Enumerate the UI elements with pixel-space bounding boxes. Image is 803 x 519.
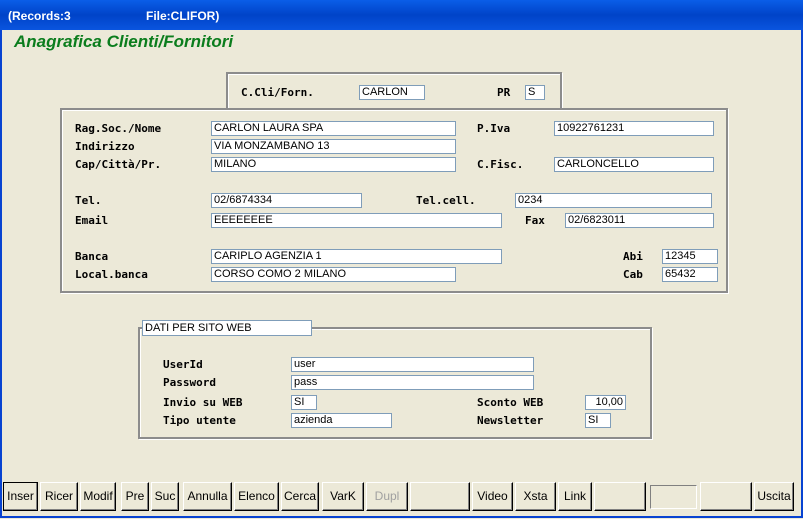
email-label: Email	[75, 214, 109, 227]
vark-button[interactable]: VarK	[322, 482, 364, 511]
telcell-label: Tel.cell.	[416, 194, 476, 207]
annulla-button[interactable]: Annulla	[183, 482, 232, 511]
code-label: C.Cli/Forn.	[241, 86, 314, 99]
xsta-button[interactable]: Xsta	[515, 482, 556, 511]
modif-button[interactable]: Modif	[80, 482, 116, 511]
email-field[interactable]: EEEEEEEE	[211, 213, 502, 228]
code-field[interactable]: CARLON	[359, 85, 425, 100]
pre-button[interactable]: Pre	[121, 482, 149, 511]
piva-label: P.Iva	[477, 122, 511, 135]
telcell-field[interactable]: 0234	[515, 193, 712, 208]
status-pane	[650, 485, 697, 509]
link-button[interactable]: Link	[558, 482, 592, 511]
abi-field[interactable]: 12345	[662, 249, 718, 264]
abi-label: Abi	[623, 250, 643, 263]
userid-label: UserId	[163, 358, 203, 371]
piva-field[interactable]: 10922761231	[554, 121, 714, 136]
pr-label: PR	[497, 86, 511, 99]
uscita-button[interactable]: Uscita	[754, 482, 794, 511]
cab-field[interactable]: 65432	[662, 267, 718, 282]
banca-field[interactable]: CARIPLO AGENZIA 1	[211, 249, 502, 264]
banca-label: Banca	[75, 250, 109, 263]
fax-label: Fax	[525, 214, 545, 227]
tipo-label: Tipo utente	[163, 414, 236, 427]
password-field[interactable]: pass	[291, 375, 534, 390]
indirizzo-label: Indirizzo	[75, 140, 135, 153]
empty-button-1[interactable]	[410, 482, 470, 511]
tel-label: Tel.	[75, 194, 102, 207]
file-name: File:CLIFOR)	[146, 9, 220, 23]
page-title: Anagrafica Clienti/Fornitori	[14, 32, 234, 51]
tipo-field[interactable]: azienda	[291, 413, 392, 428]
button-bar: Inser Ricer Modif Pre Suc Annulla Elenco…	[3, 482, 797, 513]
userid-field[interactable]: user	[291, 357, 534, 372]
cab-label: Cab	[623, 268, 643, 281]
empty-button-3[interactable]	[700, 482, 752, 511]
cfisc-field[interactable]: CARLONCELLO	[554, 157, 714, 172]
cap-field[interactable]: MILANO	[211, 157, 456, 172]
newsletter-label: Newsletter	[477, 414, 544, 427]
tel-field[interactable]: 02/6874334	[211, 193, 362, 208]
inser-button[interactable]: Inser	[3, 482, 38, 511]
records-count: (Records:3	[8, 9, 71, 23]
elenco-button[interactable]: Elenco	[234, 482, 279, 511]
newsletter-field[interactable]: SI	[585, 413, 611, 428]
localbanca-field[interactable]: CORSO COMO 2 MILANO	[211, 267, 456, 282]
suc-button[interactable]: Suc	[151, 482, 179, 511]
sconto-label: Sconto WEB	[477, 396, 544, 409]
ricer-button[interactable]: Ricer	[40, 482, 78, 511]
fax-field[interactable]: 02/6823011	[565, 213, 714, 228]
ragsoc-field[interactable]: CARLON LAURA SPA	[211, 121, 456, 136]
video-button[interactable]: Video	[472, 482, 513, 511]
pr-field[interactable]: S	[525, 85, 545, 100]
invio-field[interactable]: SI	[291, 395, 317, 410]
invio-label: Invio su WEB	[163, 396, 243, 409]
indirizzo-field[interactable]: VIA MONZAMBANO 13	[211, 139, 456, 154]
sconto-field[interactable]: 10,00	[585, 395, 626, 410]
ragsoc-label: Rag.Soc./Nome	[75, 122, 162, 135]
empty-button-2[interactable]	[594, 482, 646, 511]
web-group-title: DATI PER SITO WEB	[142, 320, 312, 336]
localbanca-label: Local.banca	[75, 268, 148, 281]
password-label: Password	[163, 376, 216, 389]
cap-label: Cap/Città/Pr.	[75, 158, 162, 171]
cfisc-label: C.Fisc.	[477, 158, 524, 171]
title-bar: (Records:3 File:CLIFOR)	[0, 0, 803, 30]
dupl-button[interactable]: Dupl	[366, 482, 408, 511]
cerca-button[interactable]: Cerca	[281, 482, 319, 511]
